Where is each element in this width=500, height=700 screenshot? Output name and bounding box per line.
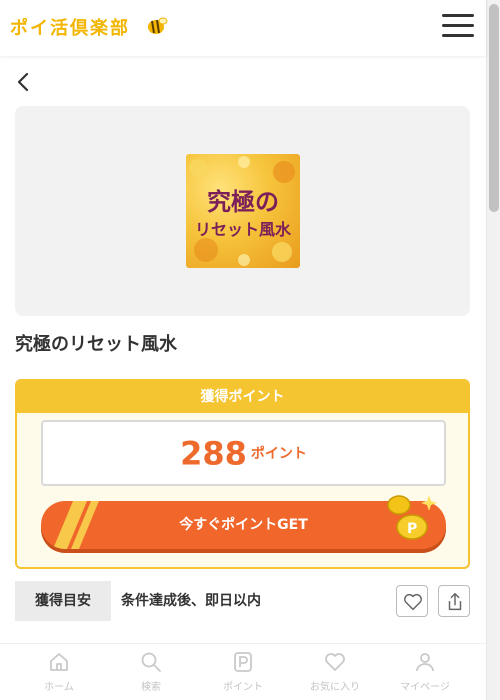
offer-thumbnail: 究極の リセット風水	[186, 154, 300, 268]
point-panel-header: 獲得ポイント	[17, 381, 468, 413]
chevron-left-icon[interactable]	[12, 70, 36, 94]
point-value: 288	[180, 434, 247, 473]
point-value-box: 288 ポイント	[41, 420, 446, 486]
scrollbar-thumb[interactable]	[489, 4, 499, 212]
user-icon	[416, 653, 434, 672]
site-logo[interactable]: ポイ活倶楽部	[10, 14, 130, 40]
condition-text: 条件達成後、即日以内	[121, 593, 261, 609]
point-icon	[234, 652, 252, 672]
nav-item-mypage[interactable]: マイページ	[380, 650, 470, 693]
hamburger-menu-icon[interactable]	[442, 14, 474, 42]
share-icon	[448, 593, 462, 611]
nav-label-favorites: お気に入り	[310, 682, 360, 693]
nav-label-home: ホーム	[44, 682, 74, 693]
get-points-label: 今すぐポイントGET	[179, 517, 308, 533]
coins-icon: P	[387, 495, 437, 540]
heart-icon	[404, 593, 422, 611]
offer-image-area: 究極の リセット風水	[15, 106, 470, 316]
heart-icon	[325, 653, 345, 671]
share-button[interactable]	[438, 585, 470, 617]
nav-item-points[interactable]: ポイント	[198, 650, 288, 693]
svg-text:P: P	[407, 521, 417, 537]
nav-label-points: ポイント	[223, 682, 263, 693]
search-icon	[141, 652, 161, 672]
point-unit: ポイント	[250, 445, 307, 462]
thumbnail-title-line2: リセット風水	[194, 220, 291, 239]
favorite-button[interactable]	[396, 585, 428, 617]
nav-item-home[interactable]: ホーム	[14, 650, 104, 693]
condition-label: 獲得目安	[15, 581, 111, 621]
nav-label-search: 検索	[141, 682, 161, 693]
point-panel: 獲得ポイント 288 ポイント 今すぐポイントGET P	[15, 379, 470, 569]
button-stripe-decoration	[53, 501, 99, 549]
thumbnail-title-line1: 究極の	[207, 187, 279, 216]
bottom-navigation: ホーム 検索 ポイント お気に入り マイページ	[0, 643, 486, 700]
home-icon	[50, 653, 68, 671]
site-header: ポイ活倶楽部	[0, 0, 486, 56]
bee-icon	[148, 17, 168, 34]
nav-label-mypage: マイページ	[400, 682, 450, 693]
offer-title: 究極のリセット風水	[15, 334, 177, 355]
nav-item-search[interactable]: 検索	[106, 650, 196, 693]
nav-item-favorites[interactable]: お気に入り	[290, 650, 380, 693]
page-scrollbar[interactable]	[486, 0, 500, 700]
